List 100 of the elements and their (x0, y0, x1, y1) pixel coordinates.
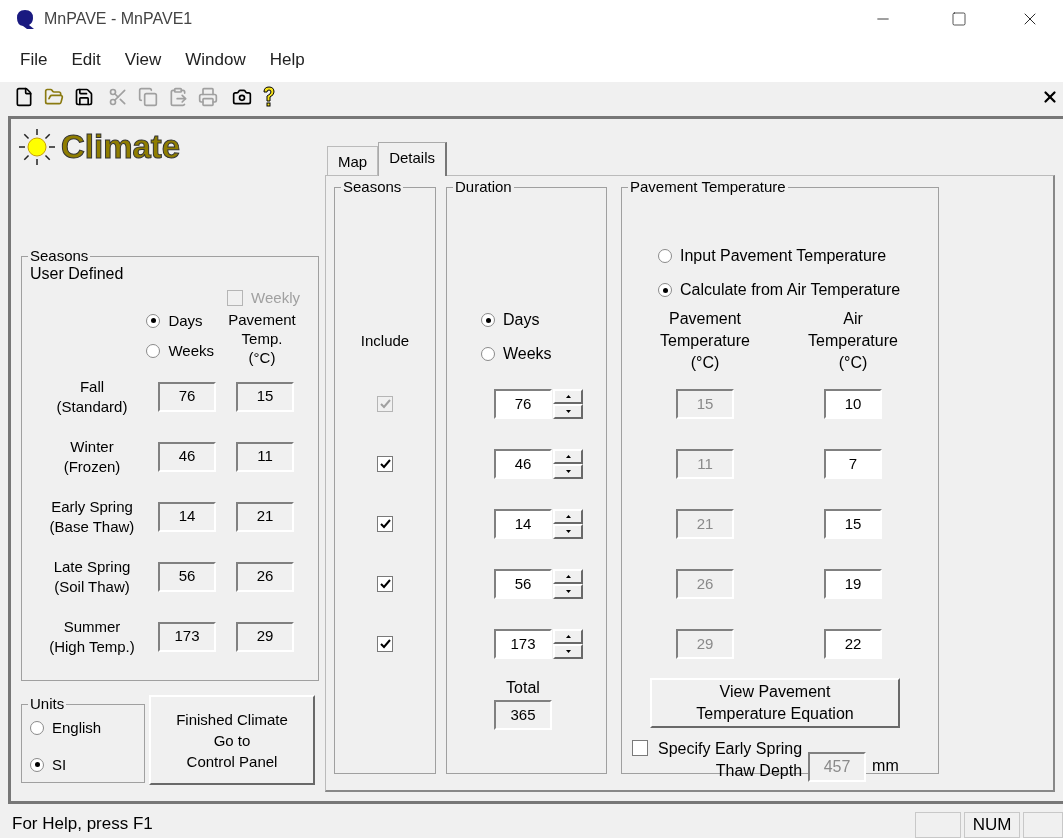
folder-icon[interactable] (44, 87, 64, 107)
column-header: Include (360, 330, 410, 351)
input-field[interactable]: 7 (824, 449, 882, 479)
radio-button[interactable] (146, 344, 161, 359)
status-pane (1023, 812, 1063, 838)
spin-down-button[interactable] (553, 464, 583, 479)
input-field[interactable]: 21 (236, 501, 294, 532)
input-field[interactable]: 56 (158, 561, 216, 592)
group-title: Pavement Temperature (629, 178, 787, 196)
menu-item[interactable]: Edit (63, 47, 109, 73)
status-pane (915, 812, 961, 838)
checkbox[interactable] (377, 636, 393, 652)
caret-down-icon (565, 410, 571, 413)
help-icon[interactable] (262, 86, 276, 108)
radio-label[interactable]: Days (168, 309, 203, 332)
maximize-icon[interactable] (951, 11, 967, 27)
input-field[interactable]: 365 (494, 700, 552, 730)
window-title: MnPAVE - MnPAVE1 (44, 9, 193, 29)
input-field[interactable]: 15 (236, 381, 294, 412)
radio-label[interactable]: Calculate from Air Temperature (680, 278, 901, 302)
radio-label[interactable]: Weeks (503, 342, 552, 366)
caret-up-icon (565, 515, 571, 518)
group-title: Seasons (29, 247, 90, 265)
radio-button[interactable] (30, 721, 44, 736)
input-field[interactable]: 56 (494, 569, 552, 599)
radio-button[interactable] (146, 313, 161, 328)
radio-label[interactable]: Weeks (168, 340, 214, 363)
season-label: Early Spring (Base Thaw) (48, 496, 136, 537)
radio-label[interactable]: SI (52, 753, 67, 776)
spin-up-button[interactable] (553, 509, 583, 524)
input-field[interactable]: 173 (158, 621, 216, 652)
input-field[interactable]: 15 (824, 509, 882, 539)
radio-button[interactable] (481, 347, 495, 361)
spin-down-button[interactable] (553, 404, 583, 419)
radio-label[interactable]: Days (503, 308, 540, 332)
input-field[interactable]: 22 (824, 629, 882, 659)
caret-up-icon (565, 455, 571, 458)
column-header: Pavement Temperature (°C) (659, 309, 751, 373)
season-label: Fall (Standard) (55, 376, 129, 417)
season-label: Winter (Frozen) (62, 436, 122, 477)
tab[interactable]: Map (327, 146, 379, 175)
checkbox[interactable] (377, 516, 393, 532)
sun-icon (17, 127, 57, 167)
menu-item[interactable]: View (116, 47, 170, 73)
spin-down-button[interactable] (553, 644, 583, 659)
input-field[interactable]: 14 (494, 509, 552, 539)
caret-down-icon (565, 470, 571, 473)
camera-icon[interactable] (232, 87, 252, 107)
equation-button[interactable]: View Pavement Temperature Equation (650, 678, 900, 728)
season-label: Summer (High Temp.) (48, 616, 136, 657)
checkbox[interactable]: Specify Early Spring Thaw Depth (632, 738, 803, 782)
finish-button[interactable]: Finished Climate Go to Control Panel (149, 695, 315, 785)
spin-up-button[interactable] (553, 449, 583, 464)
app-logo-icon (14, 8, 36, 30)
page-heading: Climate (61, 127, 181, 167)
unit-label: mm (872, 756, 899, 776)
spin-down-button[interactable] (553, 524, 583, 539)
input-field[interactable]: 11 (236, 441, 294, 472)
input-field[interactable]: 46 (158, 441, 216, 472)
input-field[interactable]: 76 (158, 381, 216, 412)
group-title: Duration (454, 178, 513, 196)
input-field[interactable]: 26 (236, 561, 294, 592)
caret-down-icon (565, 530, 571, 533)
spin-up-button[interactable] (553, 629, 583, 644)
caret-up-icon (565, 395, 571, 398)
spin-up-button[interactable] (553, 389, 583, 404)
input-field[interactable]: 173 (494, 629, 552, 659)
radio-label[interactable]: Input Pavement Temperature (680, 244, 887, 268)
radio-button[interactable] (658, 249, 672, 263)
input-field[interactable]: 76 (494, 389, 552, 419)
menu-item[interactable]: Help (261, 47, 313, 73)
input-field[interactable]: 19 (824, 569, 882, 599)
caret-down-icon (565, 590, 571, 593)
new-file-icon[interactable] (14, 87, 34, 107)
checkbox[interactable] (377, 576, 393, 592)
checkbox[interactable] (377, 456, 393, 472)
caret-up-icon (565, 575, 571, 578)
spin-up-button[interactable] (553, 569, 583, 584)
radio-label[interactable]: English (52, 717, 102, 740)
radio-button[interactable] (481, 313, 495, 327)
season-label: Late Spring (Soil Thaw) (52, 556, 132, 597)
status-text: For Help, press F1 (12, 813, 153, 836)
spin-down-button[interactable] (553, 584, 583, 599)
group-title: Seasons (342, 178, 403, 196)
menu-item[interactable]: Window (177, 47, 254, 73)
group-title: Units (29, 695, 66, 713)
radio-button[interactable] (658, 283, 672, 297)
column-header: Air Temperature (°C) (807, 309, 899, 373)
tab[interactable]: Details (378, 142, 448, 176)
group-subtitle: User Defined (30, 265, 125, 283)
status-indicator: NUM (964, 812, 1020, 838)
save-icon[interactable] (74, 87, 94, 107)
radio-button[interactable] (30, 757, 44, 772)
input-field[interactable]: 29 (236, 621, 294, 652)
close-icon[interactable] (1041, 88, 1059, 106)
input-field[interactable]: 14 (158, 501, 216, 532)
menu-item[interactable]: File (12, 47, 56, 73)
input-field[interactable]: 46 (494, 449, 552, 479)
column-header: Pavement Temp. (°C) (227, 309, 297, 367)
input-field[interactable]: 10 (824, 389, 882, 419)
